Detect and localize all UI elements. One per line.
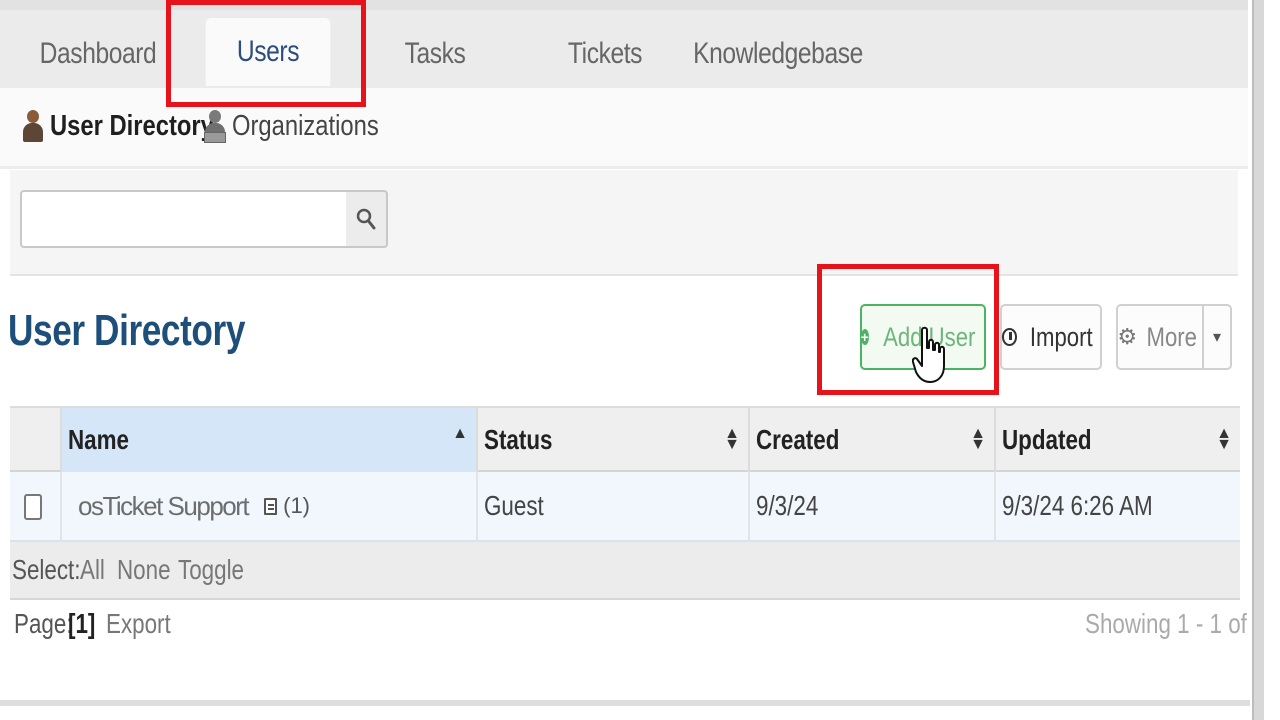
tab-tasks[interactable]: Tasks <box>382 20 489 88</box>
row-checkbox[interactable] <box>24 494 42 520</box>
organizations-icon <box>204 108 226 144</box>
search-button[interactable] <box>346 190 388 248</box>
sort-icon: ▲ ▼ <box>1216 425 1232 453</box>
tab-dashboard[interactable]: Dashboard <box>40 20 157 88</box>
sort-icon: ▲ ▼ <box>724 425 740 453</box>
subnav-organizations-label: Organizations <box>232 109 379 142</box>
header-name-label: Name <box>68 424 130 455</box>
select-all-link[interactable]: All <box>80 554 105 586</box>
header-created-label: Created <box>756 424 840 455</box>
bottom-divider <box>0 700 1250 706</box>
table-row: osTicket Support (1) Guest 9/3/24 9/3/24… <box>10 472 1240 542</box>
pagination-bar: Page: [1] Export Showing 1 - 1 of 1 <box>0 604 1266 654</box>
gear-icon: ⚙ <box>1117 324 1138 349</box>
user-directory-icon <box>22 108 44 144</box>
user-name-link[interactable]: osTicket Support <box>78 491 250 522</box>
status-value: Guest <box>484 490 544 521</box>
import-icon <box>1002 328 1018 346</box>
search-input[interactable] <box>20 190 348 248</box>
header-status-label: Status <box>484 424 553 455</box>
select-none-link[interactable]: None <box>117 554 171 586</box>
ticket-count: (1) <box>283 493 311 518</box>
header-updated[interactable]: Updated ▲ ▼ <box>994 408 1240 472</box>
header-status[interactable]: Status ▲ ▼ <box>476 408 748 472</box>
chevron-down-icon: ▾ <box>1212 329 1222 346</box>
name-cell: osTicket Support (1) <box>60 472 476 540</box>
select-toggle-link[interactable]: Toggle <box>178 554 244 586</box>
more-button[interactable]: ⚙ More <box>1116 304 1204 370</box>
subnav-organizations[interactable]: Organizations <box>204 108 411 144</box>
tab-tickets[interactable]: Tickets <box>552 20 659 88</box>
sort-asc-icon: ▲ <box>452 425 468 442</box>
header-select-column <box>10 408 60 472</box>
highlight-add-user <box>817 264 999 395</box>
tab-knowledgebase[interactable]: Knowledgebase <box>693 20 863 88</box>
app-frame: Dashboard Users Tasks Tickets Knowledgeb… <box>0 0 1266 720</box>
table-header: Name ▲ Status ▲ ▼ Created ▲ ▼ Updated ▲ ▼ <box>10 406 1240 472</box>
header-name[interactable]: Name ▲ <box>60 408 476 472</box>
sort-icon: ▲ ▼ <box>970 425 986 453</box>
import-button[interactable]: Import <box>1000 304 1102 370</box>
import-label: Import <box>1030 321 1094 352</box>
created-value: 9/3/24 <box>756 490 819 521</box>
row-select-cell <box>10 472 60 540</box>
updated-value: 9/3/24 6:26 AM <box>1002 490 1153 521</box>
search-icon <box>356 208 376 230</box>
window-edge-inner <box>1264 0 1280 720</box>
more-dropdown-toggle[interactable]: ▾ <box>1202 304 1232 370</box>
window-edge <box>1252 0 1280 720</box>
page-title: User Directory <box>8 306 246 355</box>
highlight-users-tab <box>166 0 366 107</box>
showing-count: Showing 1 - 1 of 1 <box>1085 608 1266 639</box>
status-cell: Guest <box>476 472 748 540</box>
created-cell: 9/3/24 <box>748 472 994 540</box>
updated-cell: 9/3/24 6:26 AM <box>994 472 1240 540</box>
page-label: Page: <box>14 608 73 639</box>
export-link[interactable]: Export <box>106 608 171 640</box>
header-created[interactable]: Created ▲ ▼ <box>748 408 994 472</box>
subnav-user-directory-label: User Directory <box>50 109 214 142</box>
search-panel <box>10 170 1238 276</box>
header-updated-label: Updated <box>1002 424 1092 455</box>
ticket-document-icon <box>264 497 278 515</box>
current-page: [1] <box>68 608 96 639</box>
more-label: More <box>1146 321 1198 352</box>
select-bar: Select: All None Toggle <box>10 542 1240 600</box>
select-label: Select: <box>12 554 81 585</box>
